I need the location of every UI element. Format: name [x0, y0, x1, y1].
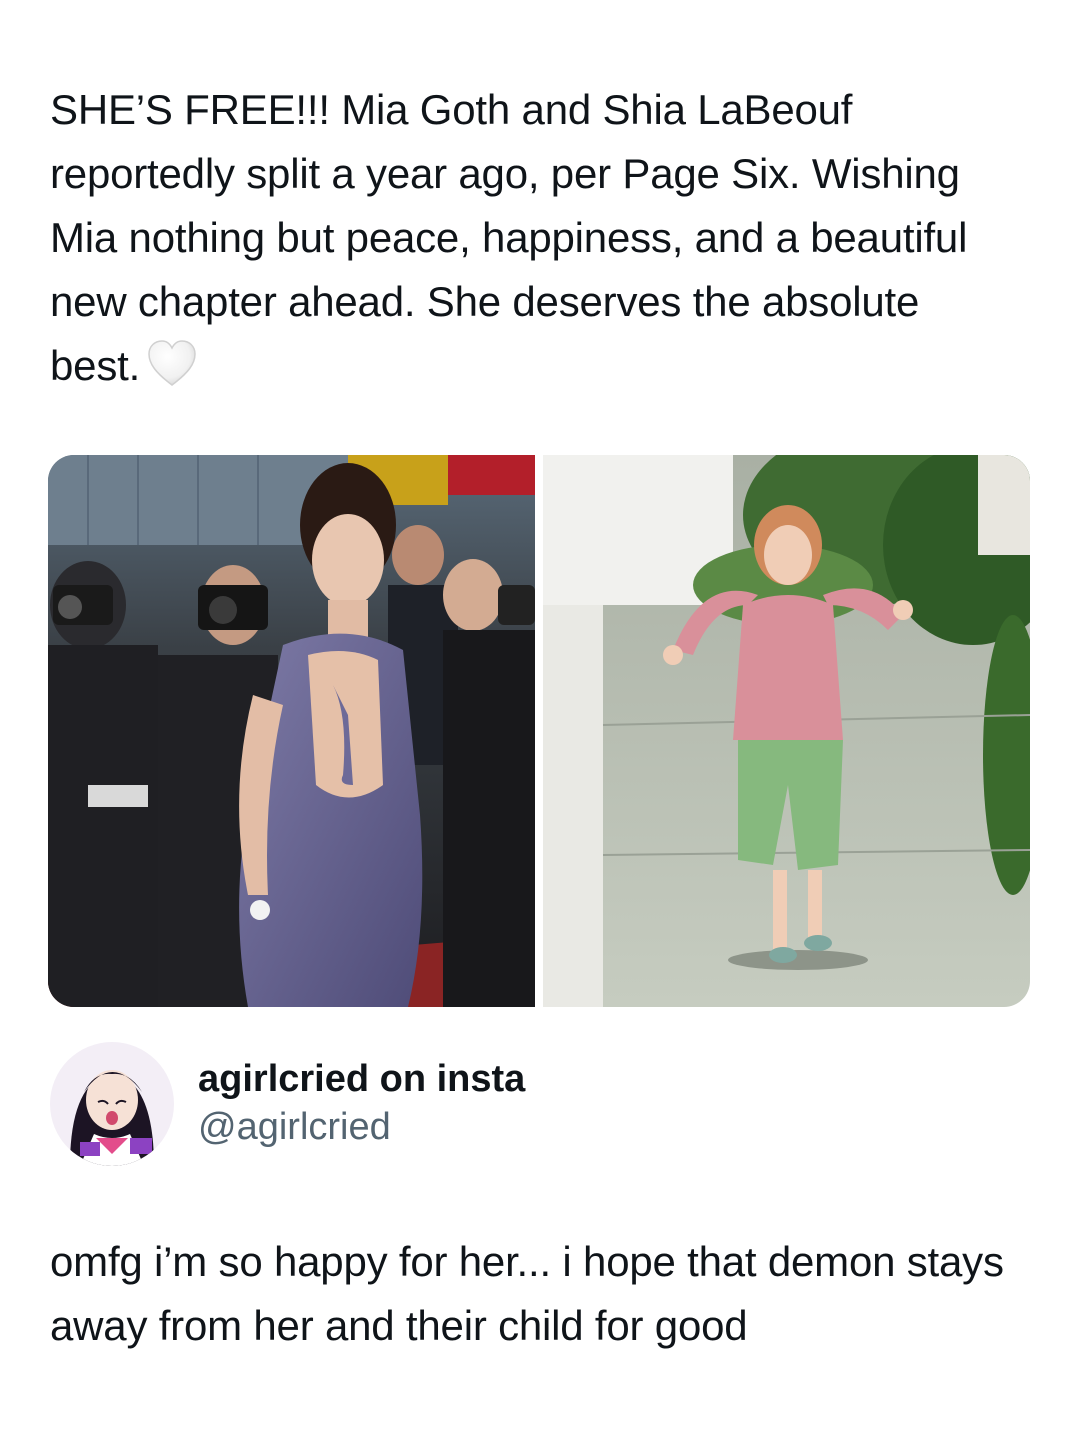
red-carpet-photo[interactable]: [48, 455, 535, 1007]
handle[interactable]: @agirlcried: [198, 1102, 525, 1152]
media-grid[interactable]: [48, 455, 1030, 1007]
display-name[interactable]: agirlcried on insta: [198, 1056, 525, 1102]
white-heart-icon: [148, 340, 196, 386]
anime-avatar-icon[interactable]: [50, 1042, 174, 1166]
author-meta: agirlcried on insta @agirlcried: [198, 1056, 525, 1152]
author-block[interactable]: agirlcried on insta @agirlcried: [50, 1042, 525, 1166]
post-body: SHE’S FREE!!! Mia Goth and Shia LaBeouf …: [50, 78, 1010, 398]
celebrating-woman-photo[interactable]: [543, 455, 1030, 1007]
reply-text: omfg i’m so happy for her... i hope that…: [50, 1238, 1004, 1349]
